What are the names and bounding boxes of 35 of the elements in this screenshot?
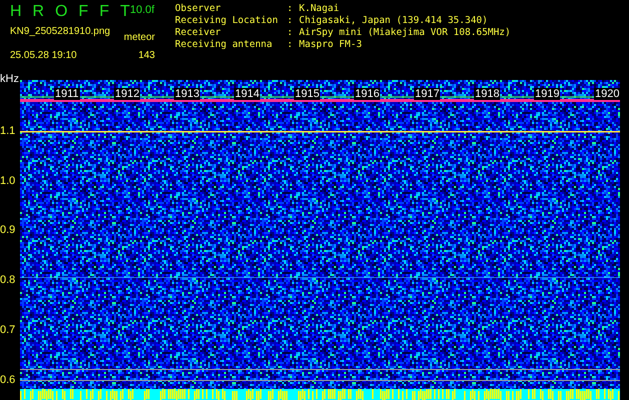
time-label: 1915 bbox=[294, 88, 320, 100]
time-label: 1913 bbox=[174, 88, 200, 100]
axis-tick-label: 0.7 bbox=[0, 324, 16, 336]
info-separator: : bbox=[287, 39, 294, 51]
time-label: 1911 bbox=[54, 88, 80, 100]
time-label: 1917 bbox=[414, 88, 440, 100]
time-label: 1920 bbox=[594, 88, 620, 100]
date-time: 25.05.28 19:10 bbox=[10, 50, 77, 62]
time-label: 1918 bbox=[474, 88, 500, 100]
info-label: Receiving Location bbox=[175, 15, 279, 27]
info-separator: : bbox=[287, 3, 294, 15]
info-label: Observer bbox=[175, 3, 222, 15]
axis-tick-label: 0.6 bbox=[0, 374, 16, 386]
time-label: 1916 bbox=[354, 88, 380, 100]
info-label: Receiving antenna bbox=[175, 39, 274, 51]
info-value: Maspro FM-3 bbox=[299, 39, 362, 51]
axis-tick-label: 1.0 bbox=[0, 174, 16, 187]
axis-tick-label: 0.8 bbox=[0, 274, 16, 286]
info-separator: : bbox=[287, 15, 294, 27]
axis-tick-label: 1.1 bbox=[0, 125, 16, 137]
file-name: KN9_2505281910.png bbox=[10, 26, 110, 38]
time-label: 1919 bbox=[534, 88, 560, 100]
meteor-label: meteor bbox=[124, 32, 155, 44]
info-value: AirSpy mini (Miakejima VOR 108.65MHz) bbox=[299, 27, 511, 39]
gain-label: 10.0f bbox=[130, 3, 154, 17]
meteor-count: 143 bbox=[138, 50, 155, 62]
axis-tick-label: 0.9 bbox=[0, 224, 16, 236]
info-label: Receiver bbox=[175, 27, 222, 39]
app-title: HROFFT bbox=[10, 2, 130, 22]
unit-label: kHz bbox=[0, 73, 19, 85]
time-label: 1912 bbox=[114, 88, 140, 100]
info-value: Chigasaki, Japan (139.414 35.340) bbox=[299, 15, 488, 27]
info-separator: : bbox=[287, 27, 294, 39]
info-value: K.Nagai bbox=[299, 3, 340, 15]
time-label: 1914 bbox=[234, 88, 260, 100]
